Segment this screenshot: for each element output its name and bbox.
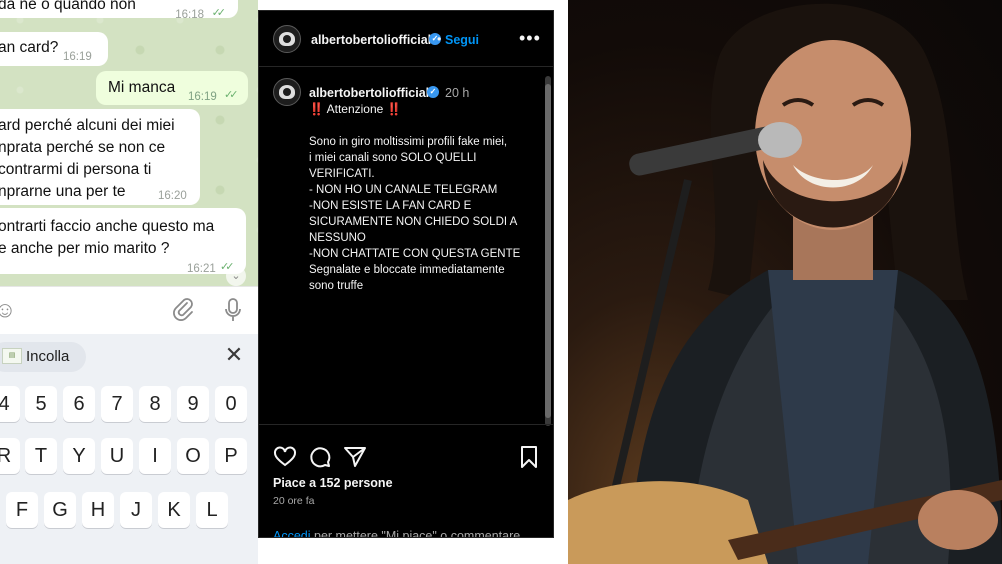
message-text: contrarmi di persona ti xyxy=(0,161,152,178)
message-time: 16:21 xyxy=(187,263,216,275)
post-header: albertobertoliofficial ✓ • Segui ••• xyxy=(259,11,553,67)
message-input-bar[interactable]: ☺ xyxy=(0,286,258,334)
message-time: 16:18 xyxy=(175,9,204,21)
chat-screenshot: da ne o quando non 16:18 ✓✓ an card? 16:… xyxy=(0,0,258,564)
login-link[interactable]: Accedi xyxy=(273,529,311,537)
read-ticks-icon: ✓✓ xyxy=(224,89,239,101)
caption-username[interactable]: albertobertoliofficial xyxy=(309,86,429,100)
follow-button[interactable]: Segui xyxy=(445,33,479,47)
singer-photo xyxy=(568,0,1002,564)
key[interactable]: T xyxy=(25,438,57,474)
singer-photo-illustration xyxy=(568,3,1002,564)
post-age: 20 ore fa xyxy=(273,495,315,507)
caption-heading: ‼️ Attenzione ‼️ xyxy=(309,102,402,116)
message-text: da ne o quando non xyxy=(0,0,136,13)
key[interactable]: G xyxy=(44,492,76,528)
key[interactable]: P xyxy=(215,438,247,474)
message-bubble: an card? 16:19 xyxy=(0,32,108,66)
chat-area: da ne o quando non 16:18 ✓✓ an card? 16:… xyxy=(0,0,258,286)
separator-dot: • xyxy=(437,32,442,46)
keyboard: ▤ Incolla ✕ 4 5 6 7 8 9 0 R T Y U I O P … xyxy=(0,334,258,564)
paste-button[interactable]: ▤ Incolla xyxy=(0,342,86,372)
message-text: Mi manca xyxy=(108,79,176,96)
message-text: an card? xyxy=(0,39,59,56)
caption-area: albertobertoliofficial ✓ 20 h ‼️ Attenzi… xyxy=(259,68,553,426)
heart-icon[interactable] xyxy=(273,445,297,469)
avatar-figure xyxy=(283,88,291,96)
key[interactable]: 7 xyxy=(101,386,133,422)
caption-text: Sono in giro moltissimi profili fake mie… xyxy=(309,136,521,292)
attach-icon[interactable] xyxy=(170,297,196,323)
read-ticks-icon: ✓✓ xyxy=(211,7,227,19)
key[interactable]: 5 xyxy=(25,386,57,422)
username[interactable]: albertobertoliofficial xyxy=(311,33,431,47)
key[interactable]: L xyxy=(196,492,228,528)
share-icon[interactable] xyxy=(343,445,367,469)
message-time: 16:20 xyxy=(158,190,187,202)
key[interactable]: U xyxy=(101,438,133,474)
post-actions: Piace a 152 persone 20 ore fa Accedi per… xyxy=(259,424,553,538)
login-prompt: Accedi per mettere "Mi piace" o commenta… xyxy=(273,529,524,538)
key[interactable]: O xyxy=(177,438,209,474)
instagram-post: albertobertoliofficial ✓ • Segui ••• alb… xyxy=(258,10,554,538)
avatar-figure xyxy=(283,35,291,43)
avatar[interactable] xyxy=(273,25,301,53)
key[interactable]: H xyxy=(82,492,114,528)
login-prompt-text: per mettere "Mi piace" o commentare. xyxy=(310,529,524,538)
key[interactable]: 0 xyxy=(215,386,247,422)
key[interactable]: 8 xyxy=(139,386,171,422)
message-text: ard perché alcuni dei miei xyxy=(0,117,175,134)
scrollbar-thumb[interactable] xyxy=(545,84,551,418)
scroll-down-icon[interactable]: ⌄ xyxy=(226,266,246,286)
key[interactable]: F xyxy=(6,492,38,528)
more-options-icon[interactable]: ••• xyxy=(519,28,541,49)
close-icon[interactable]: ✕ xyxy=(223,344,245,366)
key[interactable]: I xyxy=(139,438,171,474)
key[interactable]: R xyxy=(0,438,20,474)
message-text: nprata perché se non ce xyxy=(0,139,166,156)
likes-count[interactable]: Piace a 152 persone xyxy=(273,476,393,490)
suggestion-row: ▤ Incolla ✕ xyxy=(0,334,258,380)
post-time: 20 h xyxy=(445,86,470,100)
message-time: 16:19 xyxy=(188,91,217,103)
message-text: e anche per mio marito ? xyxy=(0,240,170,257)
caption-scrollbar[interactable] xyxy=(545,76,551,426)
message-text: ontrarti faccio anche questo ma xyxy=(0,218,215,235)
emoji-icon[interactable]: ☺ xyxy=(0,297,18,323)
key[interactable]: Y xyxy=(63,438,95,474)
message-bubble: ard perché alcuni dei miei nprata perché… xyxy=(0,109,200,205)
key[interactable]: J xyxy=(120,492,152,528)
message-text: nprarne una per te xyxy=(0,183,126,200)
verified-badge-icon: ✓ xyxy=(427,86,439,98)
key[interactable]: 6 xyxy=(63,386,95,422)
avatar[interactable] xyxy=(273,78,301,106)
microphone-icon[interactable] xyxy=(220,297,246,323)
comment-icon[interactable] xyxy=(308,445,332,469)
key[interactable]: 9 xyxy=(177,386,209,422)
message-bubble: Mi manca 16:19 ✓✓ xyxy=(96,71,248,105)
message-time: 16:19 xyxy=(63,51,92,63)
paste-label: Incolla xyxy=(26,348,70,365)
message-bubble: ontrarti faccio anche questo ma e anche … xyxy=(0,208,246,275)
message-bubble: da ne o quando non 16:18 ✓✓ xyxy=(0,0,238,21)
clipboard-icon: ▤ xyxy=(2,348,22,364)
bookmark-icon[interactable] xyxy=(517,445,541,469)
key[interactable]: 4 xyxy=(0,386,20,422)
key[interactable]: K xyxy=(158,492,190,528)
